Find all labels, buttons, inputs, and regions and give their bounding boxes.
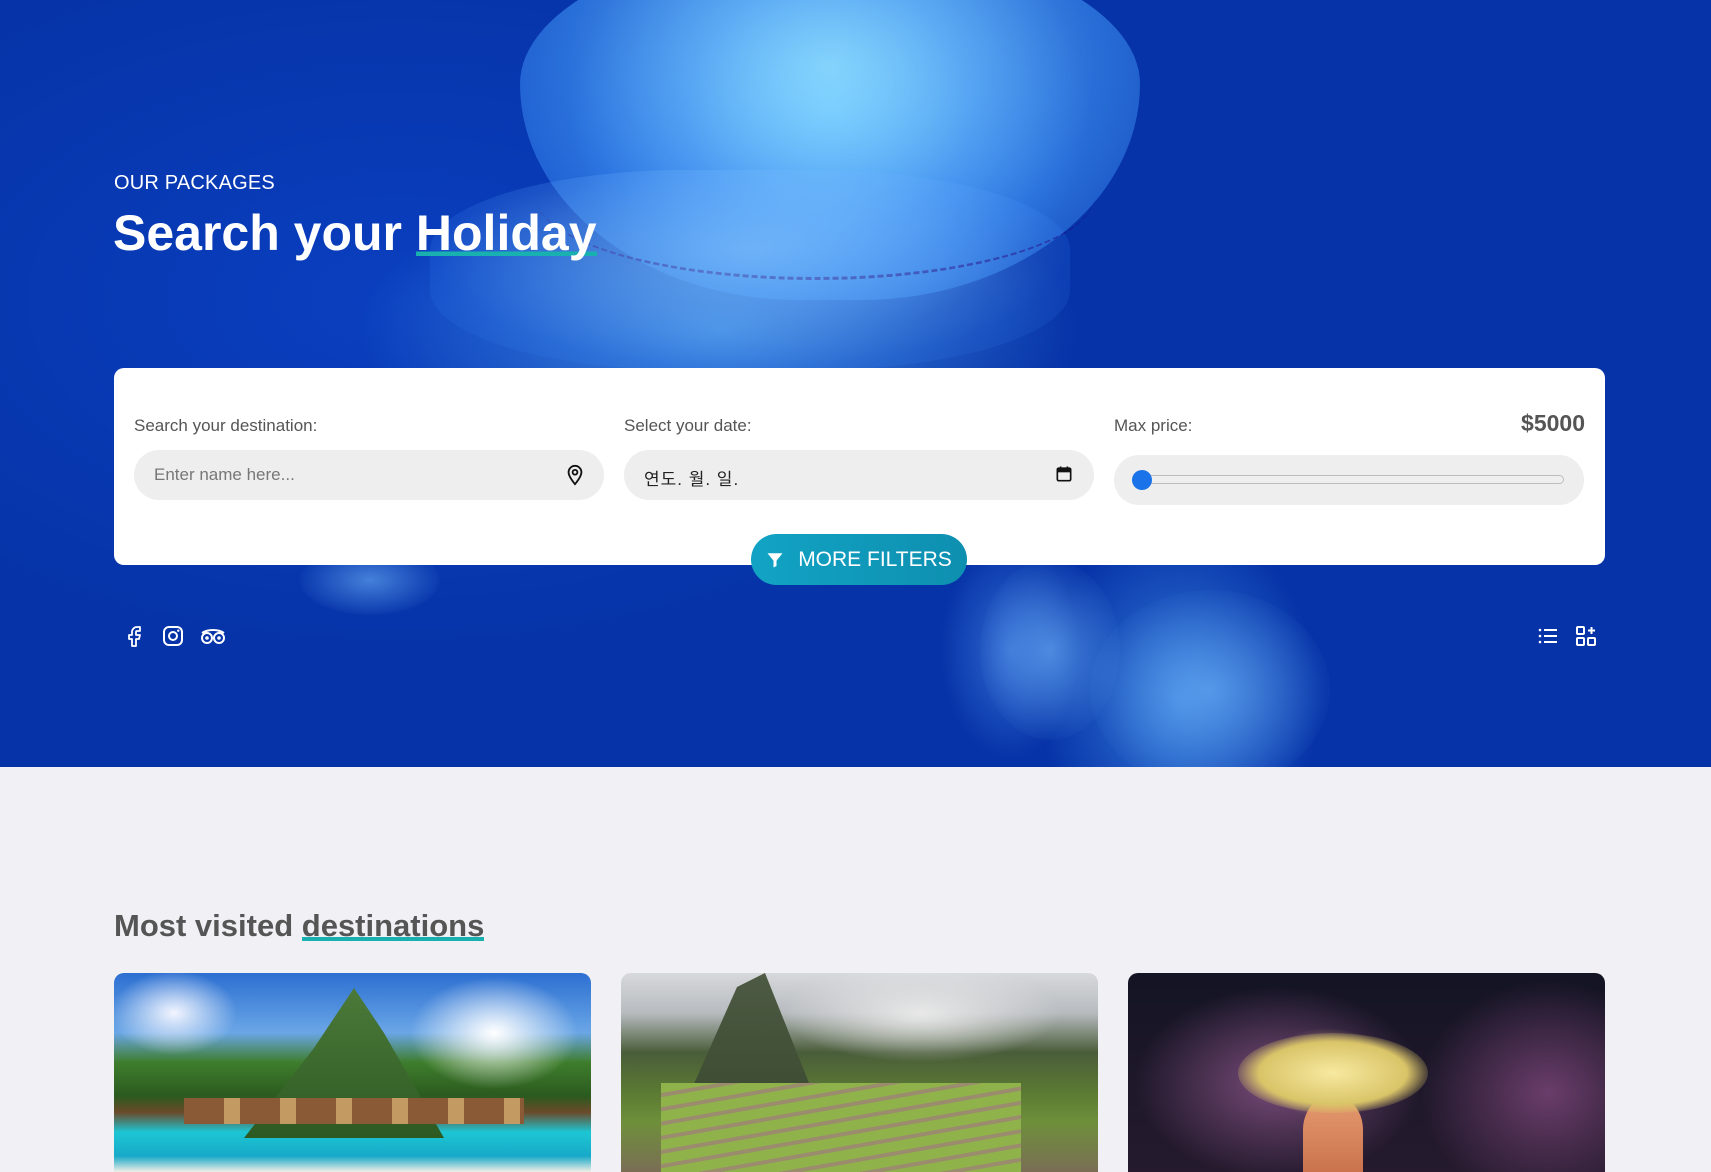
filter-icon (767, 552, 783, 567)
price-label: Max price: (1114, 416, 1193, 435)
price-slider[interactable] (1114, 455, 1584, 505)
card-image-bungalows (184, 1098, 524, 1124)
jellyfish-background-tail (1090, 590, 1330, 767)
tripadvisor-icon[interactable] (199, 624, 227, 648)
more-filters-label: MORE FILTERS (798, 547, 952, 571)
price-slider-thumb[interactable] (1132, 470, 1152, 490)
destination-card[interactable] (621, 973, 1098, 1172)
instagram-icon[interactable] (161, 624, 185, 648)
price-value: $5000 (1521, 410, 1585, 436)
destination-placeholder: Enter name here... (154, 465, 295, 484)
destination-input[interactable]: Enter name here... (134, 450, 604, 500)
destination-label: Search your destination: (134, 416, 318, 435)
date-label: Select your date: (624, 416, 752, 435)
calendar-icon[interactable] (1054, 464, 1076, 486)
card-image-terraces (661, 1083, 1021, 1172)
destination-card[interactable] (1128, 973, 1605, 1172)
section-title: Most visited destinations (114, 908, 485, 944)
date-input[interactable]: 연도. 월. 일. (624, 450, 1094, 500)
location-pin-icon[interactable] (564, 464, 586, 486)
hero-title: Search your Holiday (113, 204, 597, 262)
price-slider-track[interactable] (1139, 475, 1564, 484)
more-filters-button[interactable]: MORE FILTERS (751, 534, 967, 585)
section-title-highlight: destinations (301, 908, 485, 944)
section-title-lead: Most visited (114, 908, 302, 943)
hero-title-lead: Search your (113, 205, 416, 261)
hero-eyebrow: OUR PACKAGES (114, 172, 275, 194)
card-image-coral (1238, 1033, 1428, 1113)
view-toggle (1536, 624, 1598, 648)
facebook-icon[interactable] (123, 624, 147, 648)
grid-view-icon[interactable] (1574, 624, 1598, 648)
hero-title-highlight: Holiday (415, 204, 597, 262)
destination-card[interactable] (114, 973, 591, 1172)
jellyfish-background-arms (430, 170, 1070, 370)
list-view-icon[interactable] (1536, 624, 1560, 648)
date-value: 연도. 월. 일. (644, 470, 740, 489)
social-links (123, 624, 227, 648)
